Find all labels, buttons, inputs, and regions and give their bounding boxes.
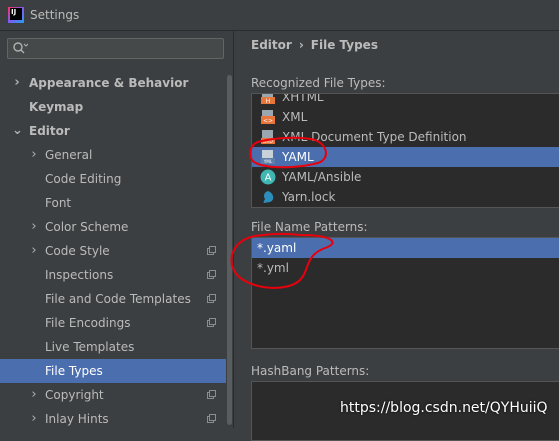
project-settings-icon [207, 294, 216, 303]
ansible-icon: A [260, 169, 276, 185]
pattern-item-selected[interactable]: *.yaml [252, 238, 559, 258]
title-bar: Settings [0, 0, 559, 31]
sidebar-item-keymap[interactable]: Keymap [0, 95, 233, 119]
svg-text:H: H [266, 98, 271, 105]
project-settings-icon [207, 414, 216, 423]
watermark: https://blog.csdn.net/QYHuiiQ [340, 400, 548, 416]
sidebar-item-label: File Encodings [45, 316, 131, 330]
settings-sidebar: › Appearance & Behavior Keymap ⌄ Editor … [0, 31, 234, 428]
breadcrumb-parent[interactable]: Editor [251, 38, 292, 52]
file-type-label: XHTML [282, 93, 324, 104]
sidebar-item-inspections[interactable]: Inspections [0, 263, 233, 287]
file-type-label: YAML/Ansible [282, 170, 362, 184]
xml-file-icon: <> [261, 110, 275, 125]
sidebar-item-label: Color Scheme [45, 220, 129, 234]
settings-tree: › Appearance & Behavior Keymap ⌄ Editor … [0, 71, 233, 431]
settings-search-box[interactable] [7, 38, 224, 59]
chevron-right-icon[interactable]: › [29, 407, 39, 431]
file-name-patterns-list[interactable]: *.yaml *.yml [251, 237, 559, 349]
svg-text:DTD: DTD [263, 139, 273, 145]
sidebar-item-label: File Types [45, 364, 103, 378]
sidebar-item-label: Font [45, 196, 72, 210]
sidebar-item-label: Code Style [45, 244, 110, 258]
breadcrumb: Editor › File Types [251, 37, 378, 53]
svg-text:YML: YML [263, 159, 273, 164]
sidebar-item-label: Copyright [45, 388, 104, 402]
chevron-down-icon[interactable]: ⌄ [12, 119, 23, 143]
project-settings-icon [207, 270, 216, 279]
chevron-right-icon[interactable]: › [29, 239, 39, 263]
sidebar-item-general[interactable]: › General [0, 143, 233, 167]
sidebar-item-color-scheme[interactable]: › Color Scheme [0, 215, 233, 239]
yarn-icon [263, 191, 274, 203]
sidebar-item-file-types[interactable]: File Types [0, 359, 233, 383]
file-type-label: XML Document Type Definition [282, 130, 467, 144]
sidebar-item-label: Editor [29, 124, 70, 138]
chevron-right-icon[interactable]: › [12, 71, 22, 95]
file-name-patterns-label: File Name Patterns: [251, 220, 368, 234]
sidebar-item-editor[interactable]: ⌄ Editor [0, 119, 233, 143]
sidebar-scrollbar[interactable] [226, 71, 233, 428]
sidebar-scroll-thumb[interactable] [227, 75, 232, 425]
file-type-label: YAML [282, 150, 314, 164]
breadcrumb-current: File Types [310, 38, 378, 52]
intellij-logo-icon [8, 7, 24, 23]
sidebar-item-label: General [45, 148, 93, 162]
settings-search-input[interactable] [30, 39, 220, 58]
breadcrumb-separator: › [298, 38, 304, 52]
window-title: Settings [30, 8, 80, 22]
sidebar-item-live-templates[interactable]: Live Templates [0, 335, 233, 359]
sidebar-item-code-style[interactable]: › Code Style [0, 239, 233, 263]
sidebar-item-label: Inlay Hints [45, 412, 109, 426]
sidebar-item-inlay-hints[interactable]: › Inlay Hints [0, 407, 233, 431]
sidebar-item-font[interactable]: Font [0, 191, 233, 215]
sidebar-item-file-encodings[interactable]: File Encodings [0, 311, 233, 335]
sidebar-item-label: File and Code Templates [45, 292, 191, 306]
sidebar-item-label: Inspections [45, 268, 114, 282]
sidebar-item-label: Keymap [29, 100, 84, 114]
file-type-item[interactable]: <> XML [252, 107, 559, 127]
file-type-item[interactable]: DTD XML Document Type Definition [252, 127, 559, 147]
search-icon [13, 42, 28, 54]
file-type-label: Yarn.lock [282, 190, 336, 204]
svg-text:A: A [265, 173, 272, 184]
recognized-file-types-list[interactable]: H XHTML <> XML DTD XML Document Type Def… [251, 93, 559, 208]
file-type-item[interactable]: H XHTML [252, 93, 559, 107]
sidebar-item-appearance-behavior[interactable]: › Appearance & Behavior [0, 71, 233, 95]
file-type-item[interactable]: A YAML/Ansible [252, 167, 559, 187]
xhtml-file-icon: H [261, 94, 275, 105]
project-settings-icon [207, 246, 216, 255]
file-types-panel: Editor › File Types Recognized File Types:… [234, 31, 559, 441]
yaml-file-icon: YML [261, 150, 275, 164]
sidebar-item-label: Code Editing [45, 172, 122, 186]
svg-text:<>: <> [263, 118, 273, 125]
dtd-file-icon: DTD [261, 130, 275, 145]
chevron-right-icon[interactable]: › [29, 215, 39, 239]
file-type-item[interactable]: Yarn.lock [252, 187, 559, 207]
hashbang-patterns-label: HashBang Patterns: [251, 364, 370, 378]
file-type-label: XML [282, 110, 308, 124]
pattern-item[interactable]: *.yml [252, 258, 559, 278]
chevron-right-icon[interactable]: › [29, 143, 39, 167]
project-settings-icon [207, 390, 216, 399]
sidebar-item-file-code-templates[interactable]: File and Code Templates [0, 287, 233, 311]
file-type-item-selected[interactable]: YML YAML [252, 147, 559, 167]
sidebar-item-copyright[interactable]: › Copyright [0, 383, 233, 407]
project-settings-icon [207, 318, 216, 327]
sidebar-item-code-editing[interactable]: Code Editing [0, 167, 233, 191]
chevron-right-icon[interactable]: › [29, 383, 39, 407]
recognized-file-types-label: Recognized File Types: [251, 76, 386, 90]
sidebar-item-label: Live Templates [45, 340, 135, 354]
sidebar-item-label: Appearance & Behavior [29, 76, 189, 90]
